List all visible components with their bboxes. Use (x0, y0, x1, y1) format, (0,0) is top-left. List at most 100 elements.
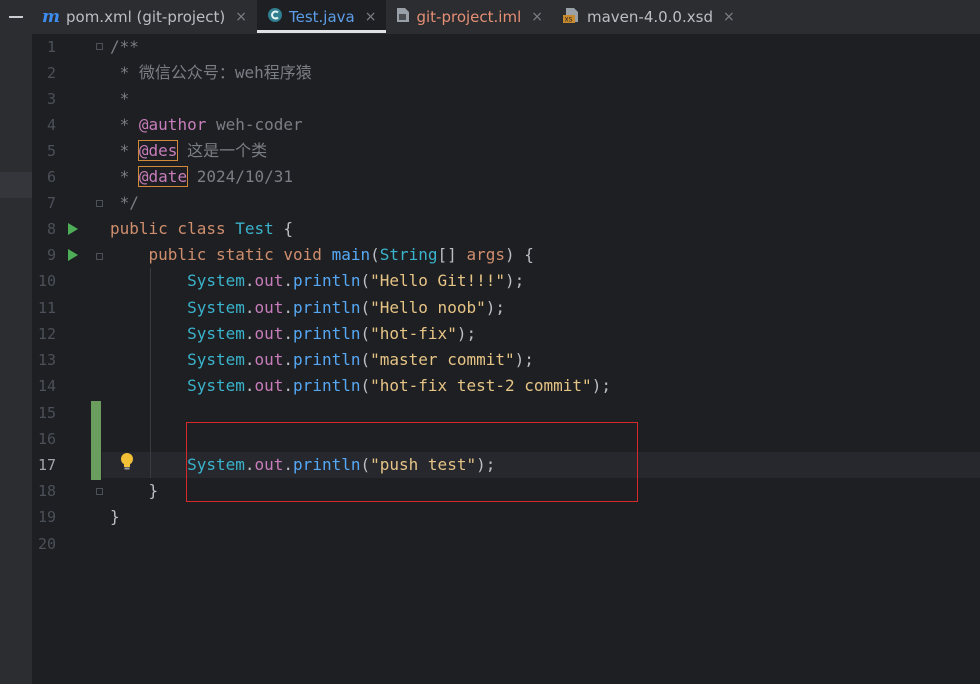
line-number: 20 (37, 535, 56, 553)
comment-text: * (110, 115, 139, 134)
tab-label: pom.xml (git-project) (66, 7, 226, 26)
code-line-5: * @des 这是一个类 (110, 138, 267, 164)
keyword: public class (110, 219, 236, 238)
field-ref: out (254, 376, 284, 395)
class-ref: System (187, 324, 245, 343)
tab-test-java[interactable]: Test.java × (257, 0, 387, 33)
line-number: 3 (46, 90, 56, 108)
keyword: public static void (148, 245, 332, 264)
punctuation: } (110, 481, 159, 500)
tab-maven-xsd[interactable]: XS maven-4.0.0.xsd × (553, 0, 745, 33)
punctuation: ( (370, 245, 380, 264)
punctuation: . (283, 271, 294, 290)
javadoc-tag: @author (138, 115, 207, 134)
line-number: 13 (37, 351, 56, 369)
line-number: 6 (46, 168, 56, 186)
line-number: 14 (37, 377, 56, 395)
line-number: 1 (46, 38, 56, 56)
string-literal: "hot-fix" (370, 324, 457, 343)
code-line-1: /** (110, 34, 139, 60)
code-line-9: public static void main(String[] args) { (110, 242, 534, 268)
string-literal: "hot-fix test-2 commit" (370, 376, 592, 395)
tab-git-project-iml[interactable]: git-project.iml × (386, 0, 553, 33)
vcs-added-lines-marker[interactable] (91, 401, 101, 480)
hide-panel-button[interactable] (0, 0, 32, 33)
line-number: 4 (46, 116, 56, 134)
comment-text: * (110, 167, 139, 186)
punctuation: } (110, 507, 120, 526)
punctuation: ( (360, 376, 371, 395)
method-call: println (293, 324, 361, 343)
string-literal: "Hello noob" (370, 298, 486, 317)
code-line-8: public class Test { (110, 216, 293, 242)
line-number: 8 (46, 220, 56, 238)
run-main-icon[interactable] (68, 249, 78, 261)
fold-icon[interactable] (96, 488, 103, 495)
code-line-13: System.out.println("master commit"); (110, 347, 534, 373)
punctuation: ( (360, 298, 371, 317)
fold-icon[interactable] (96, 253, 103, 260)
tool-window-strip (0, 34, 32, 684)
maven-m-icon: m (42, 6, 60, 27)
string-literal: "master commit" (370, 350, 515, 369)
fold-icon[interactable] (96, 200, 103, 207)
line-number: 11 (37, 299, 56, 317)
line-number: 19 (37, 508, 56, 526)
editor-tab-bar: m pom.xml (git-project) × Test.java × gi… (0, 0, 980, 33)
javadoc-tag-unknown[interactable]: @date (137, 166, 189, 187)
comment-text: * 微信公众号：weh程序猿 (110, 63, 312, 82)
field-ref: out (254, 350, 284, 369)
tab-label: Test.java (289, 7, 355, 26)
punctuation: ( (360, 271, 371, 290)
comment-text: */ (110, 193, 139, 212)
line-number: 18 (37, 482, 56, 500)
code-line-18: } (110, 478, 159, 504)
code-line-11: System.out.println("Hello noob"); (110, 295, 505, 321)
field-ref: out (254, 271, 284, 290)
punctuation: . (283, 324, 294, 343)
punctuation: ); (591, 376, 611, 395)
tab-pom-xml[interactable]: m pom.xml (git-project) × (32, 0, 257, 33)
code-editor[interactable]: 1 2 3 4 5 6 7 8 9 10 11 12 13 14 15 16 1… (0, 34, 980, 684)
punctuation: . (244, 376, 255, 395)
code-line-3: * (110, 86, 130, 112)
method-call: println (293, 271, 361, 290)
method-call: println (293, 350, 361, 369)
method-call: println (293, 376, 361, 395)
line-number: 16 (37, 430, 56, 448)
type-name: String (379, 245, 438, 264)
module-file-icon (396, 7, 410, 27)
code-line-12: System.out.println("hot-fix"); (110, 321, 476, 347)
field-ref: out (254, 324, 284, 343)
punctuation: . (283, 350, 294, 369)
comment-text: 2024/10/31 (187, 167, 294, 186)
code-line-14: System.out.println("hot-fix test-2 commi… (110, 373, 611, 399)
punctuation: ( (360, 324, 371, 343)
close-icon[interactable]: × (531, 9, 543, 25)
punctuation: . (244, 324, 255, 343)
punctuation: . (244, 271, 255, 290)
close-icon[interactable]: × (723, 9, 735, 25)
line-number: 10 (37, 272, 56, 290)
fold-icon[interactable] (96, 43, 103, 50)
class-ref: System (187, 298, 245, 317)
xsd-file-icon: XS (562, 7, 581, 27)
close-icon[interactable]: × (235, 9, 247, 25)
javadoc-tag-unknown[interactable]: @des (137, 140, 179, 161)
run-class-icon[interactable] (68, 223, 78, 235)
class-ref: System (187, 271, 245, 290)
punctuation: ); (485, 298, 505, 317)
annotation-highlight-box (186, 422, 638, 502)
punctuation: . (244, 350, 255, 369)
minus-icon (9, 15, 23, 18)
line-number: 2 (46, 64, 56, 82)
method-call: println (293, 298, 361, 317)
punctuation: ); (456, 324, 477, 343)
tab-label: git-project.iml (416, 7, 522, 26)
close-icon[interactable]: × (365, 9, 377, 25)
